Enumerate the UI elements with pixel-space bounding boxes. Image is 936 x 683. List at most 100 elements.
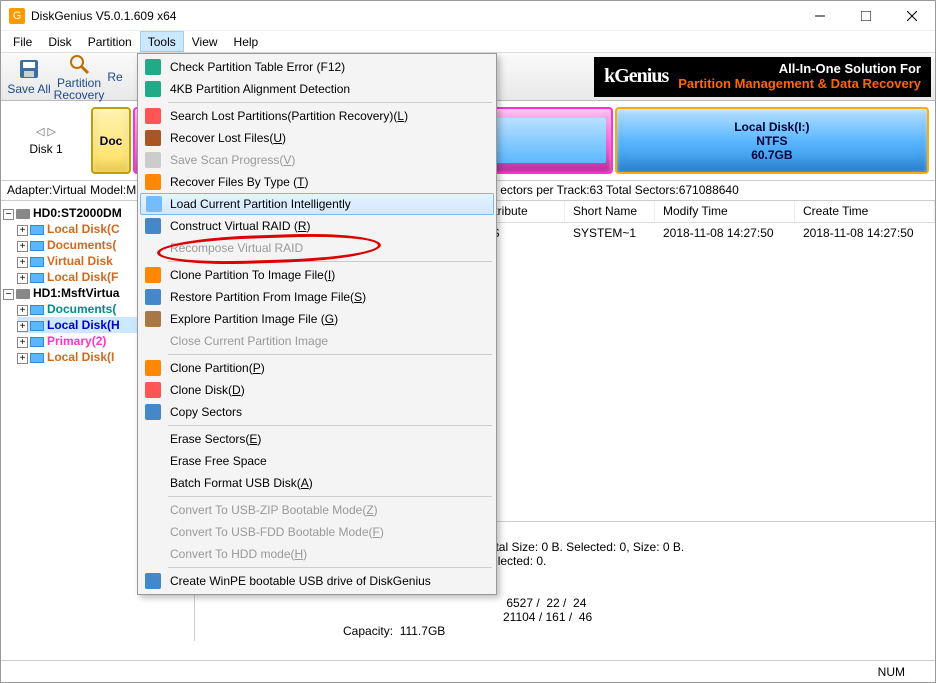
menu-restore-partition-from-image[interactable]: Restore Partition From Image File(S) xyxy=(140,286,494,308)
clone-image-icon xyxy=(145,267,161,283)
tree-item[interactable]: Primary(2) xyxy=(47,334,106,348)
volume-icon xyxy=(30,337,44,347)
menu-usb-fdd-bootable: Convert To USB-FDD Bootable Mode(F) xyxy=(140,521,494,543)
menu-hdd-mode: Convert To HDD mode(H) xyxy=(140,543,494,565)
menu-search-lost-partitions[interactable]: Search Lost Partitions(Partition Recover… xyxy=(140,105,494,127)
collapse-icon[interactable]: − xyxy=(3,289,14,300)
search-icon xyxy=(145,108,161,124)
save-all-button[interactable]: Save All xyxy=(5,55,53,99)
maximize-button[interactable] xyxy=(843,1,889,31)
save-all-label: Save All xyxy=(7,82,50,96)
tree-item[interactable]: Local Disk(I xyxy=(47,350,114,364)
type-icon xyxy=(145,174,161,190)
disk-label: Disk 1 xyxy=(29,142,62,156)
close-button[interactable] xyxy=(889,1,935,31)
col-create[interactable]: Create Time xyxy=(795,201,935,222)
volume-icon xyxy=(30,273,44,283)
menu-file[interactable]: File xyxy=(5,31,40,52)
banner: kGenius All-In-One Solution For Partitio… xyxy=(594,57,931,97)
menu-view[interactable]: View xyxy=(184,31,226,52)
tools-menu: Check Partition Table Error (F12) 4KB Pa… xyxy=(137,53,497,595)
menu-erase-free-space[interactable]: Erase Free Space xyxy=(140,450,494,472)
floppy-icon xyxy=(18,58,40,80)
toolbar-cut-button[interactable]: Re xyxy=(105,55,125,99)
tree-item[interactable]: Local Disk(C xyxy=(47,222,120,236)
menu-separator xyxy=(168,496,492,497)
partition-recovery-label: Partition Recovery xyxy=(54,77,105,101)
menu-recover-lost-files[interactable]: Recover Lost Files(U) xyxy=(140,127,494,149)
disk-nav-arrows[interactable]: ◁ ▷ xyxy=(36,125,56,138)
tree-hd0[interactable]: HD0:ST2000DM xyxy=(33,206,122,220)
partition-recovery-button[interactable]: Partition Recovery xyxy=(55,55,103,99)
menu-clone-disk[interactable]: Clone Disk(D) xyxy=(140,379,494,401)
titlebar: G DiskGenius V5.0.1.609 x64 xyxy=(1,1,935,31)
collapse-icon[interactable]: − xyxy=(3,209,14,220)
minimize-button[interactable] xyxy=(797,1,843,31)
menu-separator xyxy=(168,261,492,262)
banner-line1: All-In-One Solution For xyxy=(678,62,921,76)
menu-separator xyxy=(168,425,492,426)
restore-icon xyxy=(145,289,161,305)
winpe-icon xyxy=(145,573,161,589)
table-icon xyxy=(145,59,161,75)
hdd-icon xyxy=(16,289,30,299)
expand-icon[interactable]: + xyxy=(17,225,28,236)
menu-explore-partition-image[interactable]: Explore Partition Image File (G) xyxy=(140,308,494,330)
partition-block-2[interactable]: Local Disk(I:) NTFS 60.7GB xyxy=(615,107,929,174)
menu-copy-sectors[interactable]: Copy Sectors xyxy=(140,401,494,423)
tree-item[interactable]: Local Disk(F xyxy=(47,270,118,284)
load-icon xyxy=(146,196,162,212)
menu-clone-partition[interactable]: Clone Partition(P) xyxy=(140,357,494,379)
menu-batch-format-usb[interactable]: Batch Format USB Disk(A) xyxy=(140,472,494,494)
expand-icon[interactable]: + xyxy=(17,353,28,364)
volume-icon xyxy=(30,305,44,315)
align-icon xyxy=(145,81,161,97)
expand-icon[interactable]: + xyxy=(17,337,28,348)
tree-item[interactable]: Documents( xyxy=(47,238,116,252)
menu-recover-by-type[interactable]: Recover Files By Type (T) xyxy=(140,171,494,193)
menu-partition[interactable]: Partition xyxy=(80,31,140,52)
expand-icon[interactable]: + xyxy=(17,321,28,332)
menu-disk[interactable]: Disk xyxy=(40,31,79,52)
menu-check-partition-table[interactable]: Check Partition Table Error (F12) xyxy=(140,56,494,78)
banner-brand: kGenius xyxy=(604,65,668,88)
expand-icon[interactable]: + xyxy=(17,273,28,284)
menu-create-winpe[interactable]: Create WinPE bootable USB drive of DiskG… xyxy=(140,570,494,592)
banner-line2: Partition Management & Data Recovery xyxy=(678,77,921,91)
menu-help[interactable]: Help xyxy=(226,31,267,52)
menu-tools[interactable]: Tools xyxy=(140,31,184,52)
explore-icon xyxy=(145,311,161,327)
partition-block-0[interactable]: Doc xyxy=(91,107,131,174)
menu-erase-sectors[interactable]: Erase Sectors(E) xyxy=(140,428,494,450)
clone-icon xyxy=(145,360,161,376)
menu-4kb-alignment[interactable]: 4KB Partition Alignment Detection xyxy=(140,78,494,100)
menu-clone-partition-to-image[interactable]: Clone Partition To Image File(I) xyxy=(140,264,494,286)
menu-load-partition-intelligently[interactable]: Load Current Partition Intelligently xyxy=(140,193,494,215)
menu-usb-zip-bootable: Convert To USB-ZIP Bootable Mode(Z) xyxy=(140,499,494,521)
col-modify[interactable]: Modify Time xyxy=(655,201,795,222)
expand-icon[interactable]: + xyxy=(17,305,28,316)
menu-construct-virtual-raid[interactable]: Construct Virtual RAID (R) xyxy=(140,215,494,237)
tree-item[interactable]: Virtual Disk xyxy=(47,254,113,268)
menu-recompose-virtual-raid: Recompose Virtual RAID xyxy=(140,237,494,259)
volume-icon xyxy=(30,257,44,267)
recover-icon xyxy=(145,130,161,146)
tree-hd1[interactable]: HD1:MsftVirtua xyxy=(33,286,119,300)
tree-item[interactable]: Documents( xyxy=(47,302,116,316)
expand-icon[interactable]: + xyxy=(17,257,28,268)
app-logo-icon: G xyxy=(9,8,25,24)
window-title: DiskGenius V5.0.1.609 x64 xyxy=(31,9,797,23)
tree-item-selected[interactable]: Local Disk(H xyxy=(47,318,120,332)
volume-icon xyxy=(30,225,44,235)
status-bar: NUM xyxy=(1,660,935,682)
menu-separator xyxy=(168,354,492,355)
menu-separator xyxy=(168,102,492,103)
menu-close-partition-image: Close Current Partition Image xyxy=(140,330,494,352)
magnifier-icon xyxy=(68,53,90,75)
expand-icon[interactable]: + xyxy=(17,241,28,252)
raid-icon xyxy=(145,218,161,234)
save-icon xyxy=(145,152,161,168)
volume-icon xyxy=(30,321,44,331)
col-shortname[interactable]: Short Name xyxy=(565,201,655,222)
menu-separator xyxy=(168,567,492,568)
